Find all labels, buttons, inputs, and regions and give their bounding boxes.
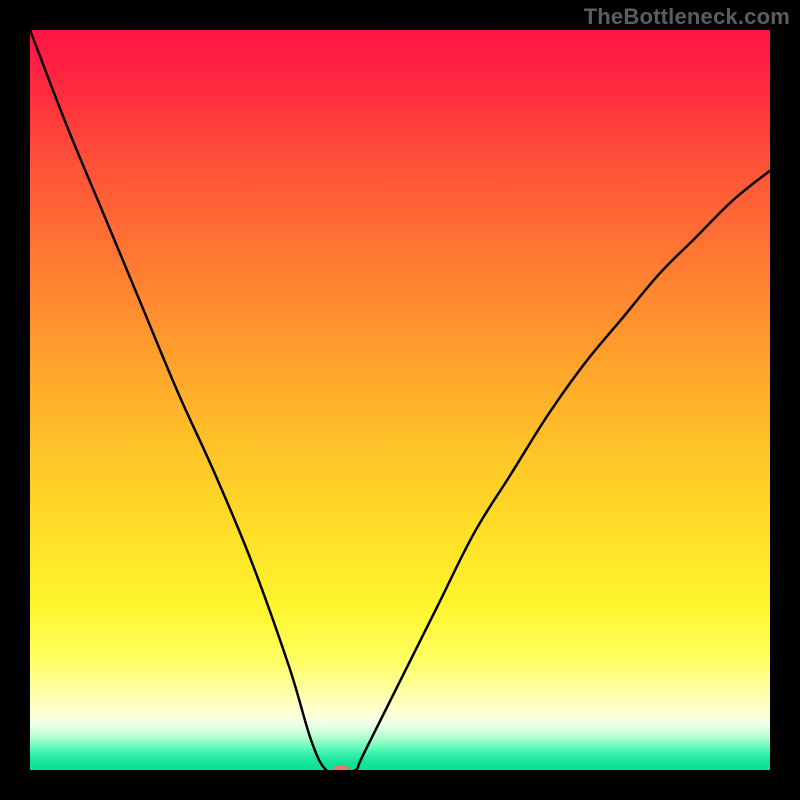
chart-frame: TheBottleneck.com (0, 0, 800, 800)
optimal-marker (333, 765, 349, 770)
gradient-background (30, 30, 770, 770)
watermark-label: TheBottleneck.com (584, 4, 790, 30)
plot-area (30, 30, 770, 770)
